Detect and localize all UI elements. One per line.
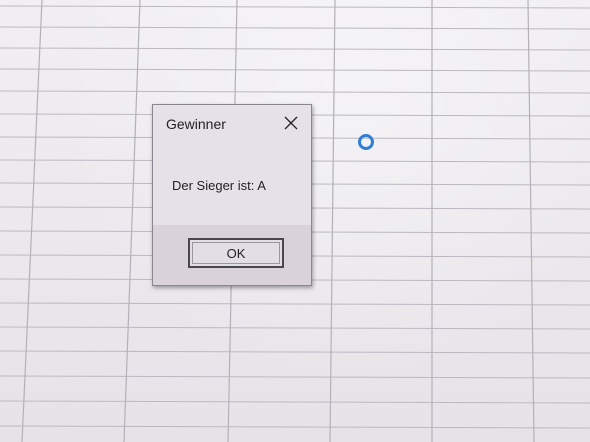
close-icon (284, 116, 298, 130)
dialog-footer: OK (153, 225, 311, 285)
dialog-body: Der Sieger ist: A (153, 141, 311, 225)
spreadsheet-grid[interactable]: Gewinner Der Sieger ist: A OK (0, 0, 590, 442)
dialog-title: Gewinner (166, 116, 226, 132)
dialog-titlebar[interactable]: Gewinner (153, 105, 311, 141)
ok-button[interactable]: OK (188, 238, 284, 268)
message-dialog: Gewinner Der Sieger ist: A OK (152, 104, 312, 286)
close-button[interactable] (277, 111, 305, 135)
busy-cursor-icon (358, 134, 374, 150)
dialog-message: Der Sieger ist: A (172, 178, 266, 193)
